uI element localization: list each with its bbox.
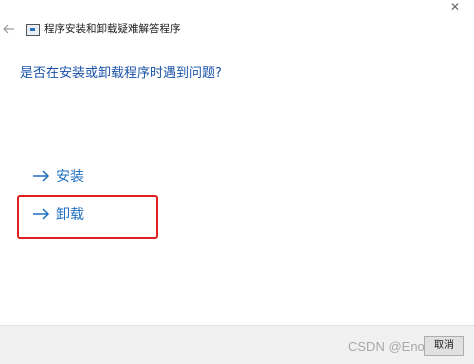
install-option[interactable]: 安装: [32, 165, 84, 187]
back-arrow-icon[interactable]: [2, 22, 16, 36]
title-bar: 程序安装和卸载疑难解答程序 ✕: [0, 0, 474, 40]
cancel-button[interactable]: 取消: [424, 336, 464, 356]
troubleshooter-window: 程序安装和卸载疑难解答程序 ✕ 是否在安装或卸载程序时遇到问题? 安装 卸载 C…: [0, 0, 474, 364]
right-arrow-icon: [33, 170, 50, 182]
close-icon: ✕: [449, 0, 461, 14]
troubleshooter-app-icon: [26, 24, 40, 36]
close-button[interactable]: ✕: [444, 0, 466, 14]
question-heading: 是否在安装或卸载程序时遇到问题?: [20, 66, 222, 81]
window-title: 程序安装和卸载疑难解答程序: [44, 23, 181, 35]
install-option-label: 安装: [56, 169, 84, 185]
uninstall-option-label: 卸载: [56, 207, 84, 223]
right-arrow-icon: [33, 208, 50, 220]
uninstall-option[interactable]: 卸载: [32, 203, 84, 225]
